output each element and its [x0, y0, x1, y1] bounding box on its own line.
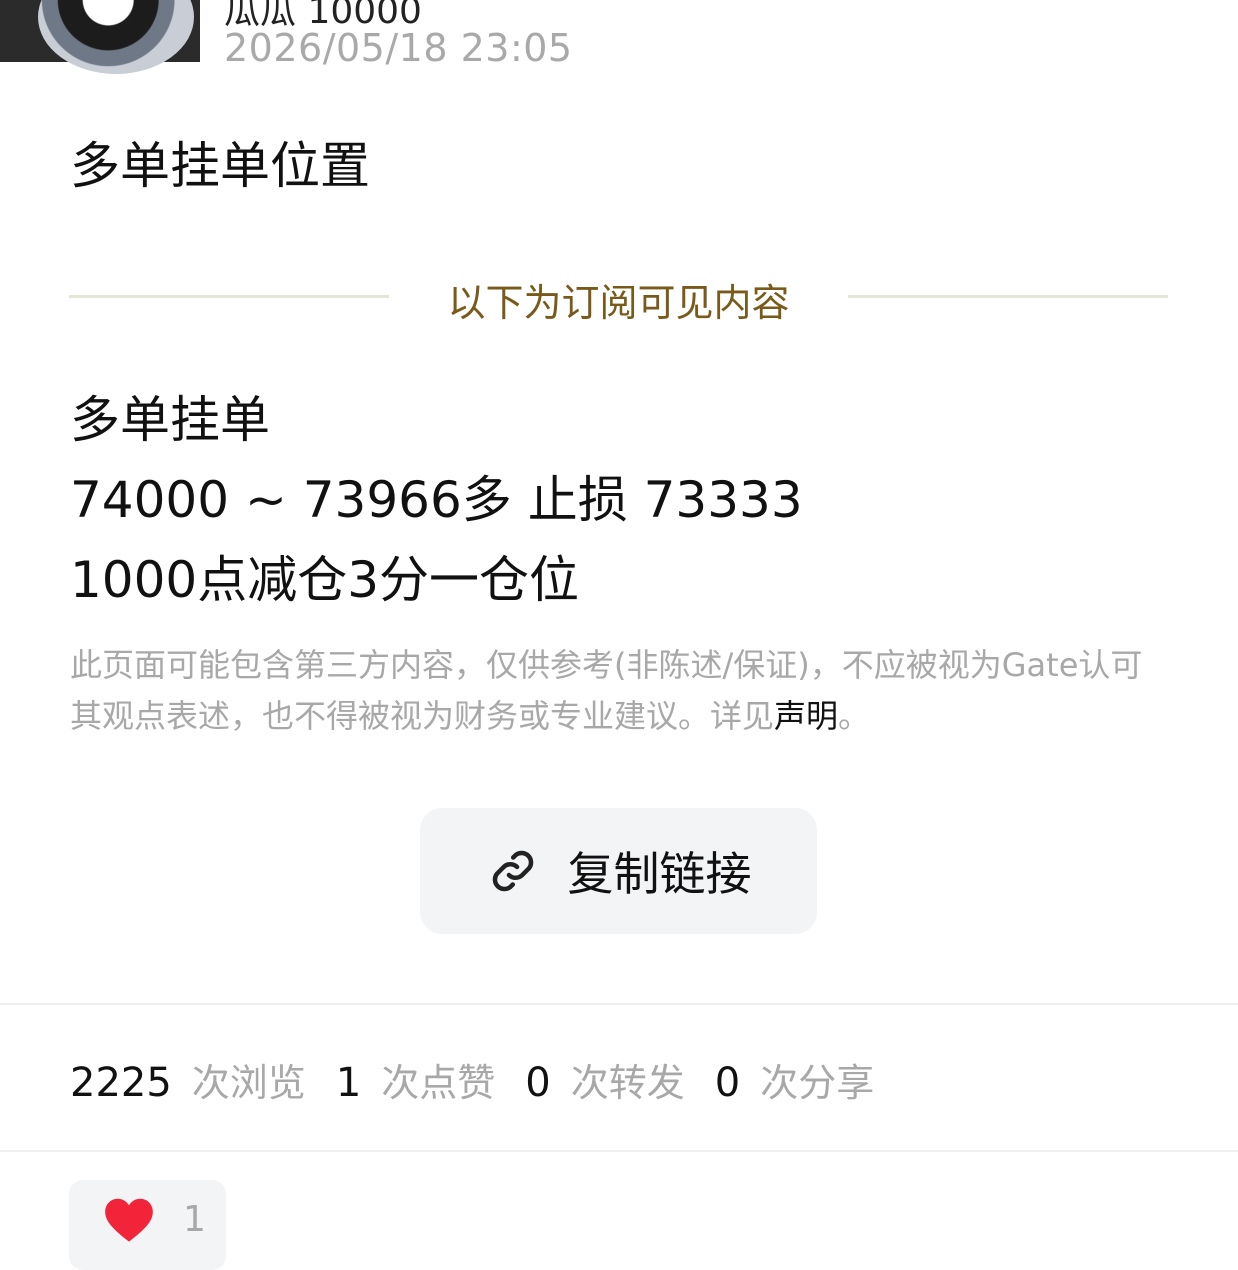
shares-count: 0 — [714, 1060, 741, 1106]
like-reaction-button[interactable]: 1 — [69, 1180, 226, 1270]
likes-count: 1 — [335, 1060, 362, 1106]
post-title: 多单挂单位置 — [70, 137, 370, 195]
section-divider — [0, 1003, 1238, 1005]
content-line: 1000点减仓3分一仓位 — [70, 551, 580, 609]
views-label: 次浏览 — [191, 1061, 306, 1105]
copy-link-label: 复制链接 — [567, 847, 752, 901]
shares-label: 次分享 — [760, 1061, 875, 1105]
statement-link[interactable]: 声明 — [774, 697, 838, 735]
subscription-divider-label: 以下为订阅可见内容 — [447, 281, 790, 325]
content-line: 多单挂单 — [70, 391, 270, 449]
disclaimer-text: 此页面可能包含第三方内容，仅供参考(非陈述/保证)，不应被视为Gate认可其观点… — [70, 646, 1143, 735]
divider-line-right — [848, 295, 1168, 298]
likes-label: 次点赞 — [381, 1061, 496, 1105]
disclaimer: 此页面可能包含第三方内容，仅供参考(非陈述/保证)，不应被视为Gate认可其观点… — [70, 640, 1170, 742]
reposts-label: 次转发 — [570, 1061, 685, 1105]
views-count: 2225 — [70, 1060, 172, 1106]
avatar[interactable] — [38, 0, 194, 74]
content-line: 74000 ~ 73966多 止损 73333 — [70, 471, 803, 529]
section-divider — [0, 1150, 1238, 1152]
post-timestamp: 2026/05/18 23:05 — [224, 26, 573, 70]
link-icon — [492, 850, 533, 892]
disclaimer-suffix: 。 — [838, 697, 871, 735]
post-stats: 2225 次浏览 1 次点赞 0 次转发 0 次分享 — [70, 1052, 904, 1107]
divider-line-left — [69, 295, 389, 298]
reposts-count: 0 — [525, 1060, 551, 1106]
copy-link-button[interactable]: 复制链接 — [420, 808, 817, 934]
